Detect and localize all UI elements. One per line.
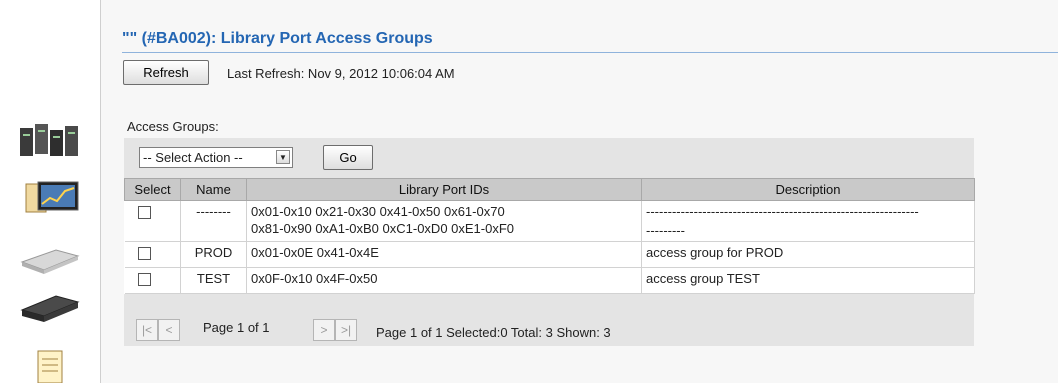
column-header-port-ids[interactable]: Library Port IDs — [246, 178, 642, 201]
port-ids-line: 0x0F-0x10 0x4F-0x50 — [251, 271, 378, 286]
last-refresh-text: Last Refresh: Nov 9, 2012 10:06:04 AM — [227, 66, 455, 81]
refresh-button[interactable]: Refresh — [123, 60, 209, 85]
row-checkbox[interactable] — [137, 247, 151, 260]
row-description: access group for PROD — [641, 241, 975, 268]
pager-summary: Page 1 of 1 Selected:0 Total: 3 Shown: 3 — [376, 325, 611, 340]
row-checkbox[interactable] — [137, 273, 151, 286]
select-action-value: -- Select Action -- — [143, 150, 243, 165]
column-header-name[interactable]: Name — [180, 178, 247, 201]
row-description: ----------------------------------------… — [641, 200, 975, 242]
table-header-row: Select Name Library Port IDs Description — [124, 178, 975, 201]
access-groups-table: Select Name Library Port IDs Description… — [124, 178, 975, 294]
pager: |< < Page 1 of 1 > >| Page 1 of 1 Select… — [124, 312, 974, 346]
notepad-icon[interactable] — [16, 347, 84, 383]
port-ids-line: 0x01-0x10 0x21-0x30 0x41-0x50 0x61-0x70 — [251, 204, 505, 219]
go-button[interactable]: Go — [323, 145, 373, 170]
port-ids-line: 0x01-0x0E 0x41-0x4E — [251, 245, 379, 260]
row-name: -------- — [180, 200, 247, 242]
column-header-select[interactable]: Select — [124, 178, 181, 201]
description-line: access group for PROD — [646, 245, 784, 260]
first-page-button[interactable]: |< — [136, 319, 158, 341]
title-divider — [122, 52, 1058, 53]
description-line: --------- — [646, 223, 685, 238]
row-select-cell — [124, 241, 181, 268]
row-port-ids: 0x01-0x0E 0x41-0x4E — [246, 241, 642, 268]
row-select-cell — [124, 267, 181, 294]
select-action-dropdown[interactable]: -- Select Action -- ▼ — [139, 147, 293, 168]
next-page-button[interactable]: > — [313, 319, 335, 341]
tape-library-icon[interactable] — [16, 290, 84, 326]
row-name: PROD — [180, 241, 247, 268]
access-groups-label: Access Groups: — [127, 119, 219, 134]
description-line: ----------------------------------------… — [646, 204, 919, 219]
row-description: access group TEST — [641, 267, 975, 294]
table-row: -------- 0x01-0x10 0x21-0x30 0x41-0x50 0… — [124, 200, 975, 242]
column-header-description[interactable]: Description — [641, 178, 975, 201]
tape-drive-icon[interactable] — [16, 240, 84, 276]
access-groups-grid: -- Select Action -- ▼ Go Select Name Lib… — [124, 138, 975, 346]
servers-icon[interactable] — [16, 122, 84, 158]
page-title: "" (#BA002): Library Port Access Groups — [122, 30, 433, 47]
prev-page-button[interactable]: < — [158, 319, 180, 341]
description-line: access group TEST — [646, 271, 760, 286]
table-row: TEST 0x0F-0x10 0x4F-0x50 access group TE… — [124, 267, 975, 294]
row-port-ids: 0x0F-0x10 0x4F-0x50 — [246, 267, 642, 294]
chevron-down-icon[interactable]: ▼ — [276, 150, 290, 164]
last-page-button[interactable]: >| — [335, 319, 357, 341]
row-port-ids: 0x01-0x10 0x21-0x30 0x41-0x50 0x61-0x70 … — [246, 200, 642, 242]
page-indicator: Page 1 of 1 — [203, 320, 270, 335]
table-row: PROD 0x01-0x0E 0x41-0x4E access group fo… — [124, 241, 975, 268]
port-ids-line: 0x81-0x90 0xA1-0xB0 0xC1-0xD0 0xE1-0xF0 — [251, 221, 515, 236]
row-select-cell — [124, 200, 181, 242]
row-checkbox[interactable] — [137, 206, 151, 219]
sidebar — [0, 0, 101, 383]
monitor-chart-icon[interactable] — [16, 180, 84, 216]
main-panel: "" (#BA002): Library Port Access Groups … — [101, 0, 1058, 383]
row-name: TEST — [180, 267, 247, 294]
